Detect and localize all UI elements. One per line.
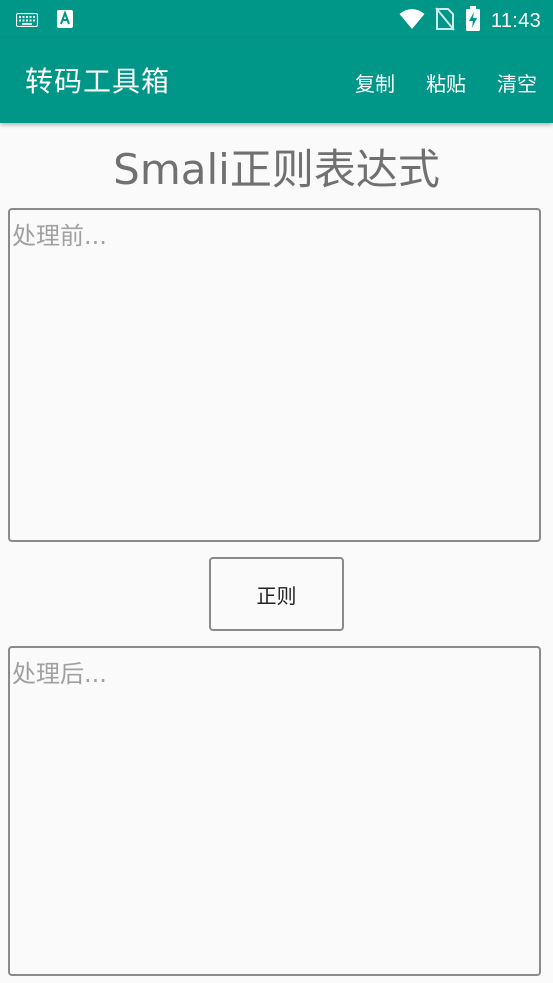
screen: 11:43 转码工具箱 复制 粘贴 清空 Smali正则表达式 正则 — [0, 0, 553, 983]
clear-button[interactable]: 清空 — [497, 68, 537, 97]
regex-button[interactable]: 正则 — [209, 557, 344, 631]
battery-charging-icon — [465, 6, 481, 36]
output-textarea[interactable] — [8, 646, 541, 976]
app-bar: 转码工具箱 复制 粘贴 清空 — [0, 38, 553, 123]
page-title: Smali正则表达式 — [113, 145, 440, 194]
copy-button[interactable]: 复制 — [355, 68, 395, 97]
status-left-icons — [15, 9, 74, 33]
status-right-icons: 11:43 — [399, 6, 541, 36]
no-sim-icon — [435, 7, 455, 35]
keyboard-icon — [15, 12, 39, 31]
status-bar: 11:43 — [0, 0, 553, 38]
status-time: 11:43 — [490, 9, 541, 32]
app-bar-actions: 复制 粘贴 清空 — [355, 68, 537, 97]
paste-button[interactable]: 粘贴 — [426, 68, 466, 97]
app-title: 转码工具箱 — [25, 65, 171, 98]
input-textarea[interactable] — [8, 208, 541, 542]
accessibility-icon — [56, 9, 74, 33]
wifi-icon — [399, 8, 425, 34]
